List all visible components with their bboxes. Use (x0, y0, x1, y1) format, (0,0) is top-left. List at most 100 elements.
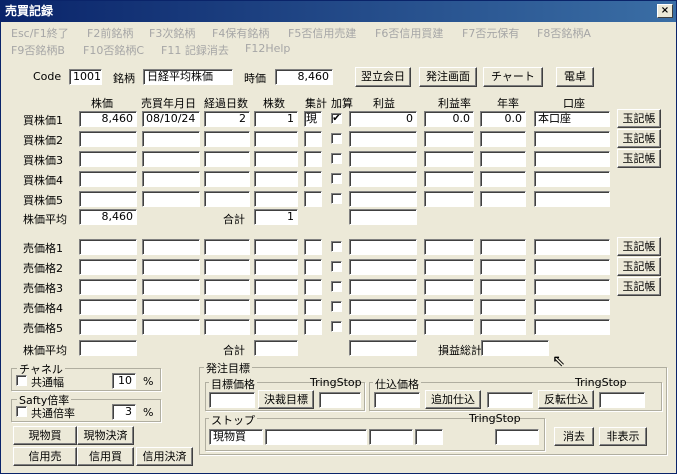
sell-days-input[interactable] (204, 319, 250, 335)
buy-annual-input[interactable] (480, 191, 526, 207)
sell-annual-input[interactable] (480, 259, 526, 275)
buy-profit-input[interactable] (349, 191, 417, 207)
stop-input-3[interactable] (415, 429, 443, 445)
sell-avg-price[interactable] (79, 340, 137, 356)
target-price-input[interactable] (209, 392, 255, 408)
sell-add-checkbox[interactable] (331, 321, 342, 332)
buy-annual-input[interactable] (480, 171, 526, 187)
sell-price-input[interactable] (79, 319, 137, 335)
sell-annual-input[interactable] (480, 319, 526, 335)
close-button[interactable]: × (657, 4, 673, 18)
pl-total[interactable] (481, 340, 549, 356)
fkey-f9[interactable]: F9否銘柄B (11, 42, 65, 58)
buy-ledger-button[interactable]: 玉記帳 (617, 129, 661, 148)
buy-date-input[interactable] (142, 131, 200, 147)
sell-date-input[interactable] (142, 279, 200, 295)
name-input[interactable]: 日経平均株価 (143, 69, 233, 85)
sell-type-input[interactable] (304, 319, 322, 335)
buy-price-input[interactable] (79, 191, 137, 207)
sell-qty-input[interactable] (254, 319, 298, 335)
calculator-button[interactable]: 電卓 (556, 67, 594, 87)
buy-days-input[interactable] (204, 151, 250, 167)
stop-type-input[interactable]: 現物買 (209, 429, 263, 445)
buy-annual-input[interactable] (480, 151, 526, 167)
buy-profit-input[interactable]: 0 (349, 111, 417, 127)
buy-date-input[interactable] (142, 171, 200, 187)
reverse-buy-button[interactable]: 反転仕込 (538, 390, 594, 409)
buy-account-input[interactable] (534, 151, 610, 167)
hide-button[interactable]: 非表示 (599, 427, 647, 446)
buy-ledger-button[interactable]: 玉記帳 (617, 149, 661, 168)
fkey-f11[interactable]: F11 記録消去 (161, 42, 229, 58)
fkey-f7[interactable]: F7否元保有 (462, 25, 519, 41)
buy-profit-input[interactable] (349, 131, 417, 147)
sell-date-input[interactable] (142, 319, 200, 335)
fkey-f8[interactable]: F8否銘柄A (537, 25, 591, 41)
sell-price-input[interactable] (79, 299, 137, 315)
buy-qty-input[interactable] (254, 171, 298, 187)
buy-type-input[interactable] (304, 191, 322, 207)
buy-rate-input[interactable] (424, 151, 474, 167)
sell-type-input[interactable] (304, 259, 322, 275)
safety-checkbox[interactable] (16, 406, 27, 417)
buy-qty-input[interactable] (254, 151, 298, 167)
sell-date-input[interactable] (142, 259, 200, 275)
sell-profit-input[interactable] (349, 259, 417, 275)
sell-rate-input[interactable] (424, 279, 474, 295)
credit-settle-button[interactable]: 信用決済 (136, 447, 193, 466)
tring-stop-input-2[interactable] (599, 392, 645, 408)
sell-add-checkbox[interactable] (331, 261, 342, 272)
sell-days-input[interactable] (204, 279, 250, 295)
buy-rate-input[interactable] (424, 131, 474, 147)
buy-account-input[interactable] (534, 191, 610, 207)
buy-price-input[interactable] (79, 131, 137, 147)
sell-type-input[interactable] (304, 299, 322, 315)
buy-type-input[interactable] (304, 171, 322, 187)
buy-qty-input[interactable] (254, 131, 298, 147)
sell-profit-input[interactable] (349, 239, 417, 255)
buy-days-input[interactable]: 2 (204, 111, 250, 127)
credit-sell-button[interactable]: 信用売 (13, 447, 77, 466)
sell-account-input[interactable] (534, 299, 610, 315)
sell-account-input[interactable] (534, 319, 610, 335)
buy-days-input[interactable] (204, 191, 250, 207)
clear-button[interactable]: 消去 (554, 427, 594, 446)
buy-days-input[interactable] (204, 131, 250, 147)
stop-input-1[interactable] (265, 429, 367, 445)
buy-account-input[interactable] (534, 131, 610, 147)
buy-add-checkbox[interactable]: ✔ (331, 113, 342, 124)
buy-price-input[interactable]: 8,460 (79, 111, 137, 127)
sell-total-profit[interactable] (349, 340, 417, 356)
sell-account-input[interactable] (534, 279, 610, 295)
buy-qty-input[interactable]: 1 (254, 111, 298, 127)
buy-total[interactable]: 1 (254, 209, 298, 225)
sell-qty-input[interactable] (254, 239, 298, 255)
order-screen-button[interactable]: 発注画面 (419, 67, 477, 87)
sell-days-input[interactable] (204, 259, 250, 275)
buy-type-input[interactable] (304, 151, 322, 167)
channel-value[interactable]: 10 (112, 373, 136, 389)
buy-price-input[interactable] (79, 171, 137, 187)
buy-date-input[interactable]: 08/10/24 (142, 111, 200, 127)
sell-days-input[interactable] (204, 239, 250, 255)
stop-input-2[interactable] (369, 429, 413, 445)
buy-total-profit[interactable] (349, 209, 417, 225)
buy-days-input[interactable] (204, 171, 250, 187)
buy-ledger-button[interactable]: 玉記帳 (617, 109, 661, 128)
buy-avg-price[interactable]: 8,460 (79, 209, 137, 225)
sell-type-input[interactable] (304, 239, 322, 255)
tring-stop-input-3[interactable] (495, 429, 539, 445)
channel-checkbox[interactable] (16, 375, 27, 386)
sell-annual-input[interactable] (480, 279, 526, 295)
sell-profit-input[interactable] (349, 279, 417, 295)
sell-account-input[interactable] (534, 259, 610, 275)
credit-buy-button[interactable]: 信用買 (77, 447, 134, 466)
sell-qty-input[interactable] (254, 279, 298, 295)
sell-days-input[interactable] (204, 299, 250, 315)
sell-add-checkbox[interactable] (331, 301, 342, 312)
sell-ledger-button[interactable]: 玉記帳 (617, 257, 661, 276)
sell-price-input[interactable] (79, 279, 137, 295)
buy-add-checkbox[interactable] (331, 173, 342, 184)
sell-type-input[interactable] (304, 279, 322, 295)
buy-profit-input[interactable] (349, 171, 417, 187)
